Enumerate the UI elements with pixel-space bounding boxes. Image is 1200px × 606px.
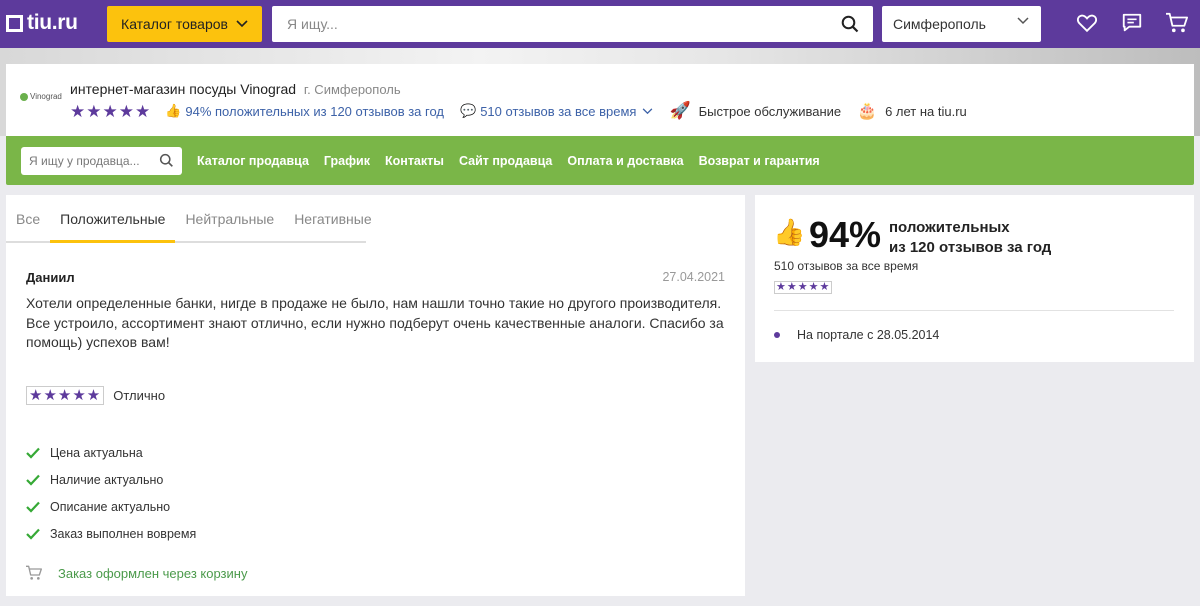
catalog-button-label: Каталог товаров [121,16,228,32]
seller-title: интернет-магазин посуды Vinograd г. Симф… [70,81,401,97]
chat-icon[interactable] [1121,12,1143,34]
logo-box-icon [6,14,23,32]
nav-contacts[interactable]: Контакты [385,154,444,168]
fast-service-text: Быстрое обслуживание [698,103,842,119]
site-logo[interactable]: tiu.ru [6,11,78,34]
catalog-button[interactable]: Каталог товаров [107,6,262,42]
seller-meta: ★★★★★ 👍 94% положительных из 120 отзывов… [70,101,967,121]
reviews-panel: Все Положительные Нейтральные Негативные… [6,195,745,606]
seller-search-box [21,146,182,175]
check-item: Описание актуально [26,493,196,520]
rating-summary: 👍 94% положительных из 120 отзывов за го… [755,195,1194,362]
seller-card: Vinograd интернет-магазин посуды Vinogra… [6,64,1194,136]
review-author: Даниил [26,270,75,285]
check-label: Заказ выполнен вовремя [50,526,197,541]
city-select-value: Симферополь [893,16,986,32]
checkmark-icon [26,528,40,540]
divider [774,310,1174,311]
check-item: Наличие актуально [26,466,196,493]
seller-logo-text: Vinograd [30,92,62,101]
grape-icon [20,92,28,101]
all-time-reviews-text: 510 отзывов за все время [480,103,637,119]
cart-icon [26,565,42,580]
nav-payment-delivery[interactable]: Оплата и доставка [567,154,683,168]
review-checks: Цена актуальна Наличие актуально Описани… [26,439,196,547]
city-select[interactable]: Симферополь [882,6,1041,42]
all-time-reviews[interactable]: 💬 510 отзывов за все время [460,103,653,119]
checkmark-icon [26,447,40,459]
check-label: Наличие актуально [50,472,164,487]
positive-summary-text: 94% положительных из 120 отзывов за год [185,103,445,119]
fast-service-badge: 🚀 Быстрое обслуживание [669,101,841,121]
review-rating: ★★★★★ Отлично [26,386,165,405]
all-time-count: 510 отзывов за все время [774,259,919,273]
search-input[interactable] [272,6,812,42]
tab-positive[interactable]: Положительные [50,195,176,243]
seller-nav-links: Каталог продавца График Контакты Сайт пр… [197,154,820,168]
years-badge: 🎂 6 лет на tiu.ru [857,101,967,121]
search-box [272,6,873,42]
check-label: Цена актуальна [50,445,143,460]
positive-summary[interactable]: 👍 94% положительных из 120 отзывов за го… [165,103,444,119]
order-note: Заказ оформлен через корзину [25,565,247,581]
cart-icon[interactable] [1165,12,1189,34]
positive-description: положительных из 120 отзывов за год [889,218,1051,258]
order-note-text: Заказ оформлен через корзину [58,565,248,581]
seller-nav: Каталог продавца График Контакты Сайт пр… [6,136,1194,185]
search-icon[interactable] [159,153,174,168]
positive-line1: положительных [889,219,1010,236]
rating-label: Отлично [113,388,166,403]
review-date: 27.04.2021 [662,270,725,284]
bullet-icon [774,332,780,338]
tab-neutral[interactable]: Нейтральные [175,195,284,243]
review-stars: ★★★★★ [26,386,105,405]
panel-bottom-edge [6,596,745,606]
years-text: 6 лет на tiu.ru [885,103,967,119]
nav-schedule[interactable]: График [324,154,370,168]
top-header: tiu.ru Каталог товаров Симферополь [0,0,1200,48]
seller-city: г. Симферополь [303,82,401,97]
positive-percent: 94% [809,214,882,255]
chevron-down-icon [236,20,248,28]
checkmark-icon [26,474,40,486]
check-label: Описание актуально [50,499,171,514]
seller-name[interactable]: интернет-магазин посуды Vinograd [70,81,296,97]
thumbs-up-icon: 👍 [773,217,806,247]
chevron-down-icon [643,107,653,114]
summary-stars: ★★★★★ [774,281,833,294]
speech-bubble-icon: 💬 [460,103,477,118]
tab-negative[interactable]: Негативные [284,195,381,243]
review-tabs: Все Положительные Нейтральные Негативные [6,195,372,243]
nav-seller-catalog[interactable]: Каталог продавца [197,154,309,168]
portal-since-text: На портале с 28.05.2014 [797,328,940,342]
portal-since: На портале с 28.05.2014 [774,328,939,342]
review-text: Хотели определенные банки, нигде в прода… [26,295,724,350]
cake-icon: 🎂 [857,103,878,120]
nav-seller-site[interactable]: Сайт продавца [459,154,552,168]
check-item: Заказ выполнен вовремя [26,520,196,547]
seller-logo[interactable]: Vinograd [20,92,62,101]
check-item: Цена актуальна [26,439,196,466]
seller-rating-stars: ★★★★★ [70,101,152,121]
search-icon[interactable] [841,15,859,33]
positive-line2: из 120 отзывов за год [889,239,1052,256]
checkmark-icon [26,501,40,513]
seller-search-input[interactable] [21,146,156,175]
heart-icon[interactable] [1076,12,1098,34]
tab-all[interactable]: Все [6,195,50,243]
rocket-icon: 🚀 [669,101,691,120]
logo-text: tiu.ru [27,11,78,34]
chevron-down-icon [1017,17,1029,25]
thumbs-up-icon: 👍 [165,103,182,118]
nav-return-warranty[interactable]: Возврат и гарантия [699,154,820,168]
